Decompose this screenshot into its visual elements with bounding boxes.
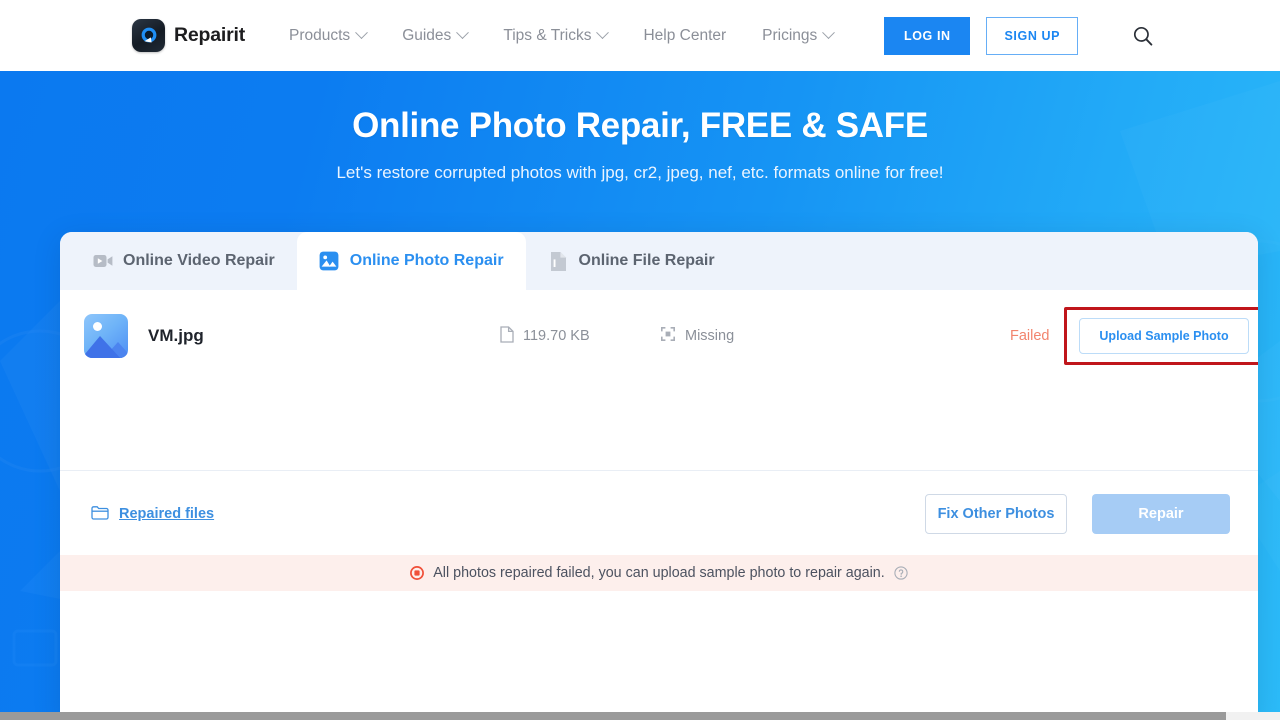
- file-icon: [500, 325, 514, 347]
- nav-item-help-center[interactable]: Help Center: [625, 0, 744, 71]
- tab-label: Online File Repair: [578, 252, 715, 269]
- file-size-cell: 119.70 KB: [500, 325, 590, 347]
- resolution-icon: [660, 326, 676, 346]
- file-resolution-value: Missing: [685, 328, 735, 344]
- tab-label: Online Photo Repair: [349, 252, 504, 269]
- image-thumbnail-icon: [84, 314, 128, 358]
- fix-other-photos-button[interactable]: Fix Other Photos: [925, 494, 1067, 534]
- tab-online-file-repair[interactable]: Online File Repair: [526, 232, 737, 290]
- nav-item-guides[interactable]: Guides: [384, 0, 485, 71]
- error-banner: All photos repaired failed, you can uplo…: [60, 555, 1258, 591]
- login-button[interactable]: LOG IN: [884, 16, 971, 55]
- error-circle-icon: [410, 566, 425, 580]
- tab-label: Online Video Repair: [123, 252, 275, 269]
- status-badge: Failed: [1010, 328, 1050, 344]
- chevron-down-icon: [596, 26, 610, 40]
- top-navigation-bar: Repairit Products Guides Tips & Tricks H…: [0, 0, 1280, 71]
- nav-item-products[interactable]: Products: [271, 0, 384, 71]
- thumbnail-sun-shape: [93, 322, 102, 331]
- footer-buttons: Fix Other Photos Repair: [925, 494, 1230, 534]
- table-row: VM.jpg 119.70 KB Missing Failed Upload S…: [60, 290, 1258, 382]
- file-document-icon: [548, 251, 569, 272]
- chevron-down-icon: [355, 26, 369, 40]
- upload-sample-photo-button[interactable]: Upload Sample Photo: [1079, 318, 1249, 354]
- page-subtitle: Let's restore corrupted photos with jpg,…: [336, 163, 944, 182]
- brand-logo[interactable]: Repairit: [132, 19, 245, 52]
- search-icon[interactable]: [1132, 25, 1154, 47]
- photo-image-icon: [319, 251, 340, 272]
- page-root: Repairit Products Guides Tips & Tricks H…: [0, 0, 1280, 720]
- file-resolution-cell: Missing: [660, 326, 734, 346]
- nav-item-label: Guides: [402, 26, 452, 44]
- help-question-icon[interactable]: [894, 566, 908, 580]
- signup-button[interactable]: SIGN UP: [986, 16, 1079, 55]
- tab-online-video-repair[interactable]: Online Video Repair: [70, 232, 297, 290]
- chevron-down-icon: [456, 26, 470, 40]
- file-list: VM.jpg 119.70 KB Missing Failed Upload S…: [60, 290, 1258, 470]
- nav-links: Products Guides Tips & Tricks Help Cente…: [271, 0, 851, 71]
- repairit-logo-icon: [132, 19, 165, 52]
- nav-item-label: Products: [289, 26, 351, 44]
- chevron-down-icon: [822, 26, 836, 40]
- thumbnail-hill-front-shape: [84, 336, 122, 358]
- repair-button[interactable]: Repair: [1092, 494, 1230, 534]
- card-footer-toolbar: Repaired files Fix Other Photos Repair: [60, 471, 1258, 557]
- file-name: VM.jpg: [148, 326, 204, 345]
- nav-item-label: Pricings: [762, 26, 818, 44]
- card-empty-area: [60, 591, 1258, 720]
- scrollbar-thumb[interactable]: [0, 712, 1226, 720]
- video-camera-icon: [92, 251, 113, 272]
- nav-item-label: Help Center: [643, 26, 727, 44]
- brand-name: Repairit: [174, 24, 246, 46]
- folder-icon: [91, 505, 109, 524]
- nav-item-label: Tips & Tricks: [503, 26, 592, 44]
- page-title: Online Photo Repair, FREE & SAFE: [352, 106, 928, 145]
- tab-online-photo-repair[interactable]: Online Photo Repair: [296, 232, 526, 290]
- tab-bar: Online Video Repair Online Photo Repair: [60, 232, 1258, 290]
- nav-item-tips-and-tricks[interactable]: Tips & Tricks: [485, 0, 625, 71]
- nav-actions: LOG IN SIGN UP: [884, 16, 1154, 55]
- error-message: All photos repaired failed, you can uplo…: [433, 565, 885, 581]
- file-size-value: 119.70 KB: [523, 328, 590, 344]
- nav-item-pricings[interactable]: Pricings: [744, 0, 851, 71]
- repair-tool-card: Online Video Repair Online Photo Repair: [60, 232, 1258, 720]
- repaired-files-link[interactable]: Repaired files: [91, 505, 214, 524]
- repaired-files-label: Repaired files: [119, 506, 215, 522]
- horizontal-scrollbar[interactable]: [0, 712, 1280, 720]
